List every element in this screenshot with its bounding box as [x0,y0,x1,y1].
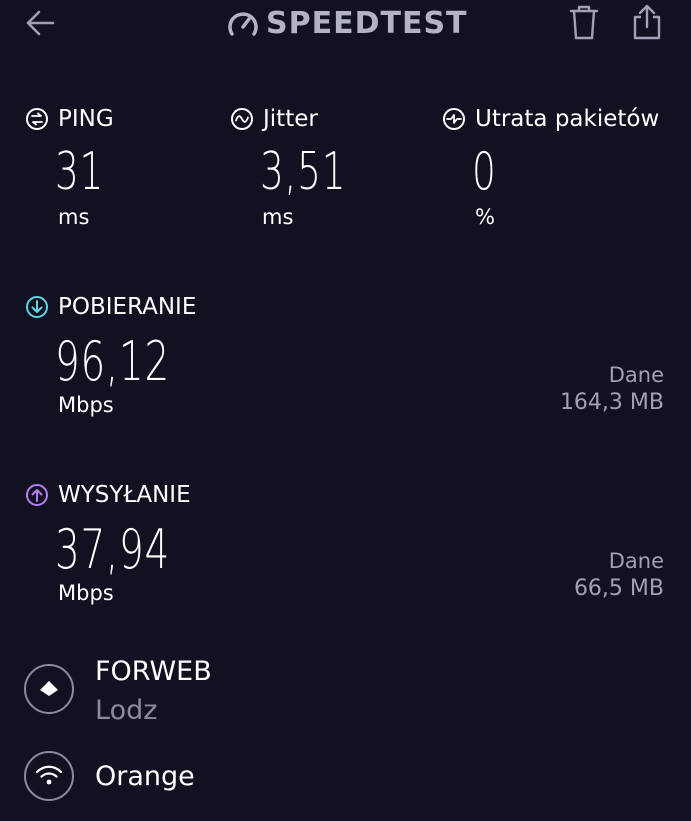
packet-loss-label-text: Utrata pakietów [475,106,660,132]
packet-loss-label: Utrata pakietów [442,106,659,132]
ping-value: 31 [55,142,105,202]
network-name: Orange [95,761,195,792]
back-button[interactable] [22,4,60,42]
server-location: Lodz [95,695,158,726]
download-icon [25,295,49,319]
delete-button[interactable] [566,2,602,42]
speedometer-icon [228,12,258,36]
upload-data-value: 66,5 MB [573,576,664,601]
share-button[interactable] [628,2,666,42]
server-icon [40,681,58,696]
packet-loss-icon [442,107,466,131]
ping-label: PING [25,106,114,132]
jitter-label-text: Jitter [263,106,318,132]
logo-text: SPEEDTEST [266,6,468,41]
ping-icon [25,107,49,131]
packet-loss-value: 0 [472,142,497,202]
download-label-text: POBIERANIE [58,294,197,320]
jitter-unit: ms [262,205,294,229]
share-icon [633,4,661,40]
ping-unit: ms [58,205,90,229]
wifi-icon [35,765,63,785]
upload-unit: Mbps [58,581,114,605]
jitter-value: 3,51 [260,142,347,202]
download-label: POBIERANIE [25,294,196,320]
upload-value: 37,94 [55,518,170,581]
download-data-label: Dane [608,363,664,387]
server-button[interactable] [24,664,74,714]
network-button[interactable] [24,751,74,801]
upload-label: WYSYŁANIE [25,482,191,508]
server-name[interactable]: FORWEB [95,656,212,687]
upload-icon [25,483,49,507]
packet-loss-unit: % [475,205,495,229]
arrow-left-icon [26,10,55,36]
upload-data-label: Dane [608,549,664,573]
trash-icon [569,5,599,40]
speedtest-logo: SPEEDTEST [226,4,468,44]
ping-label-text: PING [58,106,114,132]
jitter-label: Jitter [230,106,318,132]
download-value: 96,12 [55,330,170,393]
upload-label-text: WYSYŁANIE [58,482,191,508]
download-data-value: 164,3 MB [559,390,664,415]
download-unit: Mbps [58,393,114,417]
jitter-icon [230,107,254,131]
